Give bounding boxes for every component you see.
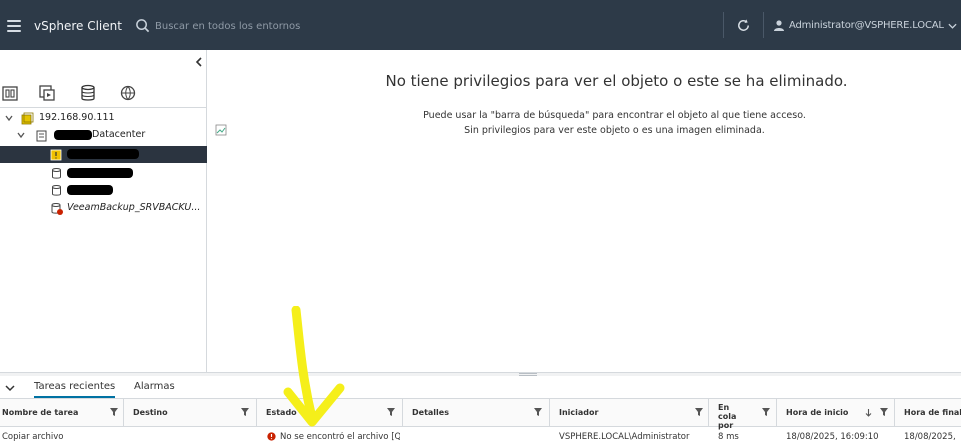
column-header-task-name[interactable]: Nombre de tarea: [0, 399, 124, 427]
filter-icon[interactable]: [110, 408, 118, 416]
chevron-down-icon[interactable]: [948, 22, 957, 30]
inventory-navigator: 192.168.90.111 Datacenter VeeamBackup_SR…: [0, 50, 207, 372]
chevron-down-icon[interactable]: [5, 114, 13, 122]
filter-icon[interactable]: [762, 408, 770, 416]
datacenter-icon: [36, 130, 47, 142]
tree-node-label: VeeamBackup_SRVBACKU...: [67, 202, 201, 213]
datastore-icon: [52, 185, 61, 196]
tree-node-vcenter[interactable]: 192.168.90.111: [0, 110, 207, 127]
column-header-target[interactable]: Destino: [124, 399, 257, 427]
no-privileges-title: No tiene privilegios para ver el objeto …: [385, 72, 848, 90]
top-header: vSphere Client Administrator@VSPHERE.LOC…: [0, 0, 961, 50]
header-divider: [723, 12, 724, 38]
tree-node-label: Datacenter: [92, 129, 146, 140]
task-initiator-cell: VSPHERE.LOCAL\Administrator: [559, 432, 690, 442]
filter-icon[interactable]: [241, 408, 249, 416]
tree-node-label: 192.168.90.111: [39, 112, 115, 123]
tree-node-datastore-selected[interactable]: [0, 146, 207, 163]
redacted-text: [67, 168, 133, 178]
column-header-end-time[interactable]: Hora de finaliz: [895, 399, 961, 427]
datastore-warning-icon: [50, 149, 62, 161]
column-header-queued-for[interactable]: En cola por: [709, 399, 777, 430]
app-title[interactable]: vSphere Client: [34, 19, 122, 33]
search-icon: [136, 19, 150, 33]
filter-icon[interactable]: [387, 408, 395, 416]
chevron-down-icon[interactable]: [5, 384, 15, 392]
tab-recent-tasks[interactable]: Tareas recientes: [34, 381, 116, 398]
redacted-text: [54, 130, 92, 140]
error-icon: [267, 432, 276, 441]
main-content: No tiene privilegios para ver el objeto …: [208, 50, 961, 372]
redacted-text: [67, 185, 113, 195]
task-name-cell: Copiar archivo: [2, 432, 64, 442]
recent-tasks-panel: Tareas recientes Alarmas Nombre de tarea…: [0, 376, 961, 446]
sort-descending-icon[interactable]: [865, 409, 872, 417]
tree-node-datastore[interactable]: [0, 182, 207, 199]
redacted-text: [67, 149, 139, 159]
chevron-down-icon[interactable]: [17, 131, 25, 139]
hosts-clusters-tab-icon[interactable]: [0, 83, 20, 103]
task-status-cell[interactable]: No se encontró el archivo [Q: [280, 432, 400, 442]
global-search-input[interactable]: [155, 17, 455, 35]
column-header-initiator[interactable]: Iniciador: [550, 399, 709, 427]
vms-templates-tab-icon[interactable]: [37, 83, 57, 103]
filter-icon[interactable]: [880, 408, 888, 416]
header-divider: [763, 12, 764, 38]
no-privileges-hint: Puede usar la "barra de búsqueda" para e…: [423, 110, 806, 121]
table-row[interactable]: Copiar archivo No se encontró el archivo…: [0, 428, 961, 446]
task-end-time-cell: 18/08/2025,: [904, 432, 956, 442]
no-privileges-reason: Sin privilegios para ver este objeto o e…: [464, 125, 765, 136]
column-header-start-time[interactable]: Hora de inicio: [777, 399, 895, 427]
navigator-tabs: [0, 78, 207, 108]
broken-image-icon: [215, 124, 227, 136]
networking-tab-icon[interactable]: [118, 83, 138, 103]
user-icon: [774, 20, 784, 31]
collapse-panel-icon[interactable]: [194, 57, 204, 67]
column-header-details[interactable]: Detalles: [403, 399, 550, 427]
storage-tab-icon[interactable]: [78, 83, 98, 103]
tree-node-datastore-error[interactable]: VeeamBackup_SRVBACKU...: [0, 200, 207, 217]
filter-icon[interactable]: [534, 408, 542, 416]
filter-icon[interactable]: [695, 408, 703, 416]
vcenter-icon: [21, 112, 34, 125]
datastore-error-icon: [51, 203, 63, 215]
task-queued-cell: 8 ms: [718, 432, 739, 442]
tree-node-datacenter[interactable]: Datacenter: [0, 127, 207, 144]
menu-icon[interactable]: [7, 20, 21, 32]
tree-node-datastore[interactable]: [0, 165, 207, 182]
datastore-icon: [52, 168, 61, 179]
user-menu[interactable]: Administrator@VSPHERE.LOCAL: [789, 20, 944, 31]
tasks-grid-header: Nombre de tarea Destino Estado Detalles …: [0, 399, 961, 430]
refresh-icon[interactable]: [735, 17, 752, 34]
task-start-time-cell: 18/08/2025, 16:09:10: [786, 432, 879, 442]
column-header-status[interactable]: Estado: [257, 399, 403, 427]
tab-alarms[interactable]: Alarmas: [134, 381, 175, 396]
